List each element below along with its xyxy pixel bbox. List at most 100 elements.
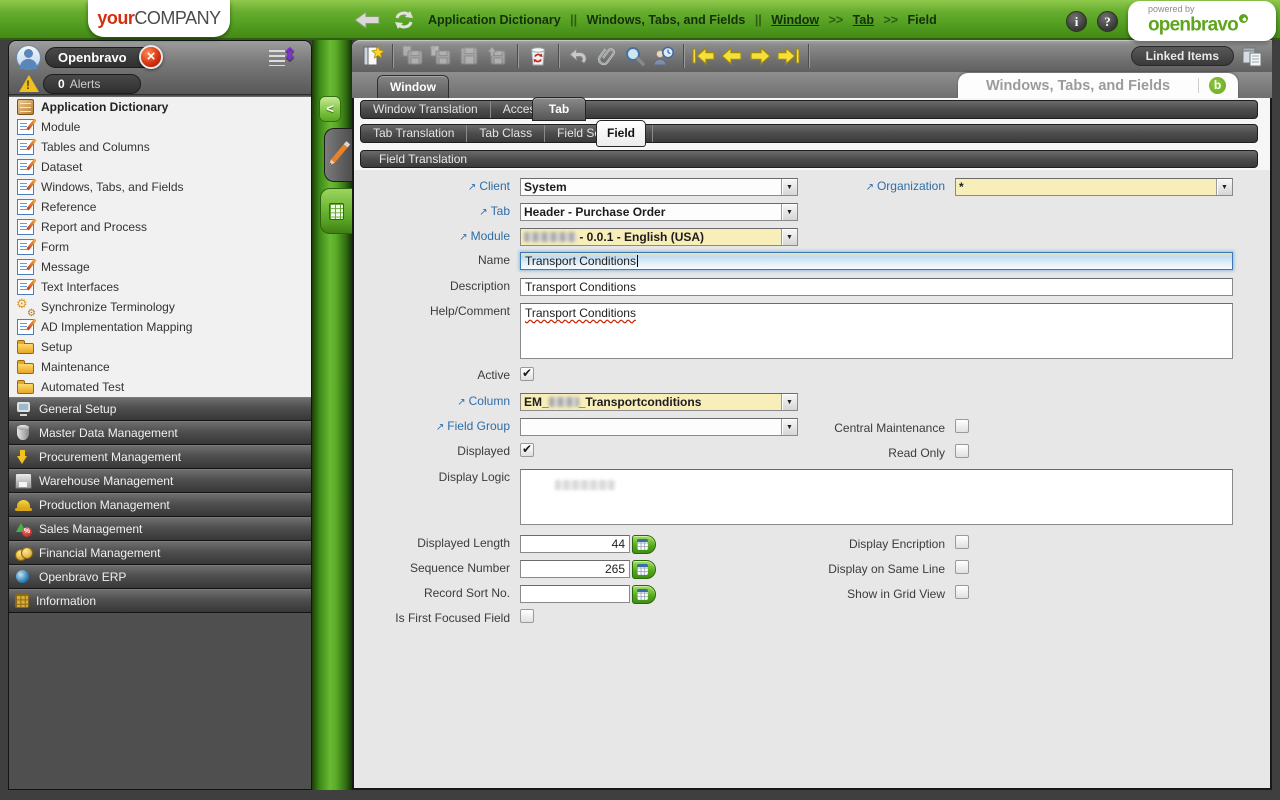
sidebar-item[interactable]: Form: [9, 237, 311, 257]
displayed-checkbox[interactable]: [520, 443, 534, 457]
nav-prev-icon[interactable]: [719, 43, 745, 69]
display-encription-checkbox[interactable]: [955, 535, 969, 549]
display-logic-textarea[interactable]: [520, 469, 1233, 525]
sidebar-item[interactable]: General Setup: [9, 397, 311, 421]
nav-next-icon[interactable]: [747, 43, 773, 69]
tab-select[interactable]: Header - Purchase Order▼: [520, 203, 798, 221]
tab-field-active[interactable]: Field: [596, 120, 646, 147]
collapse-sidebar-button[interactable]: <: [319, 96, 341, 122]
attachment-icon[interactable]: [594, 43, 620, 69]
sidebar-item[interactable]: Setup: [9, 337, 311, 357]
sidebar-item-label: Reference: [41, 200, 96, 214]
new-record-icon[interactable]: [359, 43, 385, 69]
redacted-text: [549, 397, 579, 407]
column-label[interactable]: ↗Column: [360, 393, 510, 411]
sidebar-item[interactable]: Warehouse Management: [9, 469, 311, 493]
sidebar-item[interactable]: Reference: [9, 197, 311, 217]
breadcrumb-link-tab[interactable]: Tab: [853, 13, 874, 27]
help-icon[interactable]: ?: [1097, 11, 1118, 32]
organization-label[interactable]: ↗Organization: [795, 178, 945, 196]
field-group-label[interactable]: ↗Field Group: [360, 418, 510, 436]
sidebar-item[interactable]: Financial Management: [9, 541, 311, 565]
alert-warning-icon: [19, 75, 39, 92]
calculator-icon[interactable]: [632, 560, 656, 579]
calculator-icon[interactable]: [632, 535, 656, 554]
active-label: Active: [360, 367, 510, 384]
sidebar-item[interactable]: Application Dictionary: [9, 97, 311, 117]
tab-item[interactable]: Tab Class: [467, 125, 545, 142]
nav-last-icon[interactable]: [775, 43, 801, 69]
sidebar-item[interactable]: Maintenance: [9, 357, 311, 377]
search-icon[interactable]: [622, 43, 648, 69]
sidebar-item-label: Setup: [41, 340, 72, 354]
tab-label[interactable]: ↗Tab: [360, 203, 510, 221]
nav-first-icon[interactable]: [691, 43, 717, 69]
sequence-number-input[interactable]: 265: [520, 560, 630, 578]
logout-icon[interactable]: ×: [139, 45, 163, 69]
breadcrumb-link-window[interactable]: Window: [771, 13, 819, 27]
sidebar-item[interactable]: Synchronize Terminology: [9, 297, 311, 317]
column-select[interactable]: EM__Transportconditions ▼: [520, 393, 798, 411]
breadcrumb-section: Application Dictionary: [428, 13, 561, 27]
audit-icon[interactable]: [650, 43, 676, 69]
undo-icon[interactable]: [566, 43, 592, 69]
tab-tab-active[interactable]: Tab: [532, 97, 586, 121]
sidebar-item[interactable]: Production Management: [9, 493, 311, 517]
sidebar-item[interactable]: AD Implementation Mapping: [9, 317, 311, 337]
organization-select[interactable]: *▼: [955, 178, 1233, 196]
sidebar-item[interactable]: Openbravo ERP: [9, 565, 311, 589]
refresh-icon[interactable]: [391, 9, 417, 31]
user-avatar-icon: [16, 45, 41, 70]
record-sort-no-input[interactable]: [520, 585, 630, 603]
read-only-checkbox[interactable]: [955, 444, 969, 458]
sidebar-item[interactable]: Dataset: [9, 157, 311, 177]
active-checkbox[interactable]: [520, 367, 534, 381]
globe-icon: [15, 569, 32, 585]
sidebar-item[interactable]: Sales Management: [9, 517, 311, 541]
info-icon[interactable]: i: [1066, 11, 1087, 32]
sidebar-item[interactable]: Information: [9, 589, 311, 613]
window-subtabs-bar: Window TranslationAccess: [360, 100, 1258, 119]
menu-expand-icon[interactable]: ⇕: [269, 48, 297, 68]
linked-items-icon[interactable]: [1240, 44, 1264, 68]
name-input[interactable]: Transport Conditions: [520, 252, 1233, 270]
is-first-focused-field-checkbox[interactable]: [520, 609, 534, 623]
link-icon: ↗: [479, 207, 487, 218]
help-comment-textarea[interactable]: Transport Conditions: [520, 303, 1233, 359]
sidebar-item[interactable]: Procurement Management: [9, 445, 311, 469]
alerts-badge[interactable]: 0Alerts: [43, 74, 141, 94]
back-icon[interactable]: [353, 9, 381, 31]
sidebar-item[interactable]: Message: [9, 257, 311, 277]
edit-mode-tab[interactable]: [324, 128, 352, 182]
central-maintenance-checkbox[interactable]: [955, 419, 969, 433]
linked-items-button[interactable]: Linked Items: [1131, 46, 1234, 66]
redacted-text: [524, 232, 576, 242]
sidebar-item[interactable]: Tables and Columns: [9, 137, 311, 157]
tab-item[interactable]: Tab Translation: [361, 125, 467, 142]
module-label[interactable]: ↗Module: [360, 228, 510, 246]
client-select[interactable]: System▼: [520, 178, 798, 196]
sidebar-item-label: Sales Management: [39, 522, 142, 536]
tab-field-translation[interactable]: Field Translation: [379, 152, 467, 166]
sidebar-item[interactable]: Report and Process: [9, 217, 311, 237]
calculator-icon[interactable]: [632, 585, 656, 604]
client-label[interactable]: ↗Client: [360, 178, 510, 196]
sidebar-item[interactable]: Text Interfaces: [9, 277, 311, 297]
sidebar-item-label: Openbravo ERP: [39, 570, 126, 584]
field-group-select[interactable]: ▼: [520, 418, 798, 436]
sidebar-item[interactable]: Module: [9, 117, 311, 137]
module-select[interactable]: - 0.0.1 - English (USA) ▼: [520, 228, 798, 246]
content-panel: Window TranslationAccess Tab Tab Transla…: [352, 98, 1272, 790]
displayed-length-input[interactable]: 44: [520, 535, 630, 553]
sidebar-item[interactable]: Automated Test: [9, 377, 311, 397]
tab-item[interactable]: Window Translation: [361, 101, 491, 118]
delete-icon[interactable]: [525, 43, 551, 69]
show-in-grid-view-checkbox[interactable]: [955, 585, 969, 599]
sidebar-item[interactable]: Windows, Tabs, and Fields: [9, 177, 311, 197]
description-input[interactable]: Transport Conditions: [520, 278, 1233, 296]
sidebar-item[interactable]: Master Data Management: [9, 421, 311, 445]
display-on-same-line-checkbox[interactable]: [955, 560, 969, 574]
tab-window[interactable]: Window: [377, 75, 449, 98]
sidebar-item-label: Automated Test: [41, 380, 124, 394]
grid-view-tab[interactable]: [320, 188, 352, 234]
